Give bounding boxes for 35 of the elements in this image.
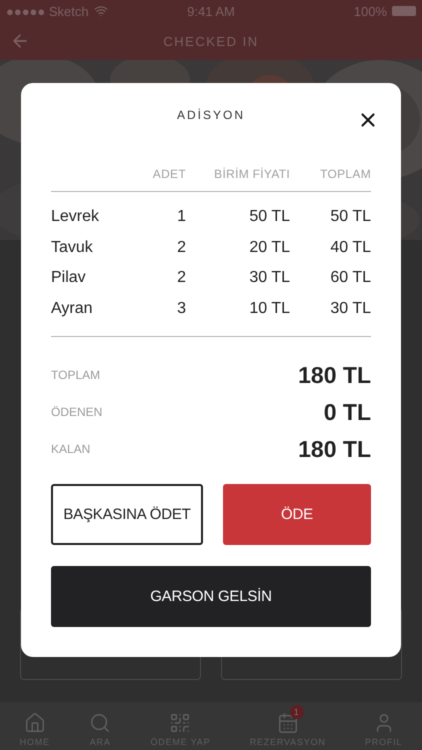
summary-label: ÖDENEN bbox=[51, 405, 102, 419]
unit-price-cell-text: 10 TL bbox=[248, 300, 290, 318]
column-header: ADET bbox=[152, 167, 186, 181]
call-waiter-button[interactable]: GARSON GELSİN bbox=[51, 566, 371, 627]
total-cell-text: 40 TL bbox=[329, 238, 371, 257]
item-name: Ayran bbox=[51, 300, 94, 318]
dialog-title: ADİSYON bbox=[176, 108, 245, 122]
quantity-cell-text: 2 bbox=[176, 238, 186, 257]
battery-icon bbox=[392, 6, 416, 16]
wifi-icon bbox=[94, 4, 108, 18]
summary-value: 180 TL bbox=[298, 362, 371, 388]
item-name: Tavuk bbox=[51, 238, 94, 257]
pay-button[interactable]: ÖDE bbox=[223, 484, 371, 545]
unit-price-cell-text: 20 TL bbox=[248, 238, 290, 257]
qr-code-icon bbox=[169, 712, 192, 734]
summary-label: KALAN bbox=[51, 442, 90, 456]
summary-label: TOPLAM bbox=[51, 368, 100, 382]
search-icon bbox=[89, 712, 112, 734]
home-icon bbox=[24, 712, 46, 734]
pay-for-other-button[interactable]: BAŞKASINA ÖDET bbox=[51, 484, 203, 545]
quantity-cell-text: 3 bbox=[176, 300, 186, 318]
column-header: TOPLAM bbox=[319, 167, 371, 181]
unit-price-cell-text: 30 TL bbox=[248, 269, 290, 288]
total-cell-text: 60 TL bbox=[329, 269, 371, 288]
item-name: Pilav bbox=[51, 269, 87, 288]
notification-badge: 1 bbox=[290, 705, 304, 719]
item-name: Levrek bbox=[51, 208, 100, 226]
total-cell-text: 50 TL bbox=[329, 208, 371, 226]
quantity-cell-text: 1 bbox=[176, 208, 186, 226]
summary-value: 0 TL bbox=[324, 398, 371, 426]
total-cell-text: 30 TL bbox=[329, 300, 371, 318]
column-header: BİRİM FİYATI bbox=[213, 167, 290, 181]
unit-price-cell-text: 50 TL bbox=[248, 208, 290, 226]
summary-value: 180 TL bbox=[298, 436, 371, 462]
quantity-cell-text: 2 bbox=[176, 269, 186, 288]
